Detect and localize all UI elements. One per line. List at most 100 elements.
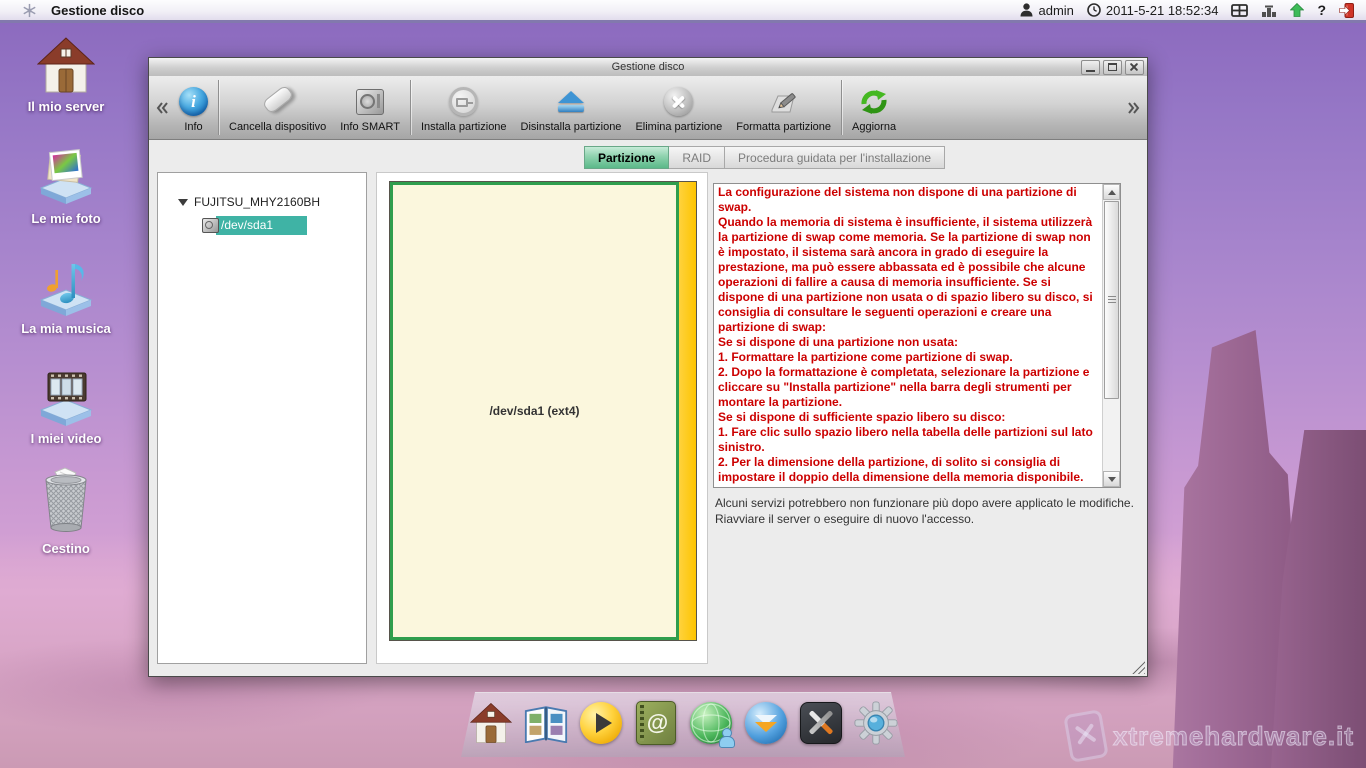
partition-disk-icon — [202, 218, 219, 233]
chevron-left-icon[interactable] — [156, 101, 169, 115]
desktop-icon-my-music[interactable]: La mia musica — [14, 256, 118, 336]
vertical-scrollbar[interactable] — [1102, 184, 1120, 487]
page-title: Gestione disco — [51, 3, 144, 18]
partition-segment-free[interactable] — [679, 182, 696, 640]
format-partition-button[interactable]: Formatta partizione — [729, 76, 838, 139]
partition-bar[interactable]: /dev/sda1 (ext4) — [389, 181, 697, 641]
maximize-button[interactable] — [1103, 60, 1122, 75]
info-line: 1. Formattare la partizione come partizi… — [718, 350, 1098, 365]
tab-installation-wizard[interactable]: Procedura guidata per l'installazione — [725, 146, 945, 169]
user-badge-icon — [718, 728, 734, 746]
info-line: 2. Dopo la formattazione è completata, s… — [718, 365, 1098, 410]
desktop-icon-trash[interactable]: Cestino — [14, 466, 118, 556]
minimize-button[interactable] — [1081, 60, 1100, 75]
toolbar-label: Cancella dispositivo — [229, 121, 326, 133]
scroll-down-button[interactable] — [1103, 471, 1120, 487]
house-icon — [37, 36, 95, 94]
plug-icon — [449, 87, 478, 116]
info-line: La configurazione del sistema non dispon… — [718, 185, 1098, 215]
window-resize-grip[interactable] — [1132, 661, 1145, 674]
erase-device-button[interactable]: Cancella dispositivo — [222, 76, 333, 139]
logout-icon[interactable] — [1339, 3, 1354, 18]
top-system-bar: Gestione disco admin 2011-5-21 18:52:34 … — [0, 0, 1366, 23]
tree-device-node[interactable]: FUJITSU_MHY2160BH — [178, 195, 320, 209]
toolbar-label: Disinstalla partizione — [521, 121, 622, 133]
swap-info-text: La configurazione del sistema non dispon… — [718, 185, 1098, 486]
format-pencil-icon — [768, 88, 800, 116]
dock-address-book-button[interactable]: @ — [633, 700, 679, 746]
info-line: 1. Fare clic sullo spazio libero nella t… — [718, 425, 1098, 455]
system-clock[interactable]: 2011-5-21 18:52:34 — [1087, 3, 1219, 18]
desktop-icon-my-videos[interactable]: I miei video — [14, 366, 118, 446]
help-button[interactable]: ? — [1317, 2, 1326, 18]
partition-segment-sda1[interactable]: /dev/sda1 (ext4) — [390, 182, 679, 640]
info-line: 2. Per la dimensione della partizione, d… — [718, 455, 1098, 485]
device-name: FUJITSU_MHY2160BH — [194, 195, 320, 209]
tools-icon — [800, 702, 842, 744]
dock-media-player-button[interactable] — [578, 700, 624, 746]
mount-partition-button[interactable]: Installa partizione — [414, 76, 514, 139]
dock-settings-button[interactable] — [853, 700, 899, 746]
info-button[interactable]: i Info — [172, 76, 215, 139]
desktop-icon-my-server[interactable]: Il mio server — [14, 36, 118, 114]
toolbar-label: Info — [184, 121, 202, 133]
watermark-text: xtremehardware.it — [1113, 721, 1354, 752]
info-icon: i — [179, 87, 208, 116]
partition-name-selected: /dev/sda1 — [216, 216, 307, 235]
toolbar-separator — [218, 80, 219, 135]
info-line: Se si dispone di una partizione non usat… — [718, 335, 1098, 350]
user-menu[interactable]: admin — [1020, 3, 1073, 18]
smart-info-button[interactable]: Info SMART — [333, 76, 407, 139]
toolbar-label: Installa partizione — [421, 121, 507, 133]
desktop-icon-label: Le mie foto — [31, 211, 100, 226]
tree-expander-icon[interactable] — [178, 199, 188, 206]
tab-partizione[interactable]: Partizione — [584, 146, 669, 169]
workgroup-icon[interactable] — [1261, 4, 1277, 17]
tab-raid[interactable]: RAID — [669, 146, 725, 169]
app-grid-icon[interactable] — [1231, 4, 1248, 17]
dock-photo-album-button[interactable] — [523, 700, 569, 746]
scrollbar-thumb[interactable] — [1104, 201, 1119, 399]
toolbar-separator — [410, 80, 411, 135]
system-logo-icon[interactable] — [22, 3, 37, 18]
disk-management-window: Gestione disco i Info Cancella dispositi… — [148, 57, 1148, 677]
swap-info-box: La configurazione del sistema non dispon… — [713, 183, 1121, 488]
dock-downloads-button[interactable] — [743, 700, 789, 746]
scroll-up-button[interactable] — [1103, 184, 1120, 200]
username: admin — [1038, 3, 1073, 18]
desktop-icon-label: Il mio server — [28, 99, 105, 114]
device-tree-panel: FUJITSU_MHY2160BH /dev/sda1 — [157, 172, 367, 664]
videos-icon — [37, 366, 95, 426]
refresh-button[interactable]: Aggiorna — [845, 76, 903, 139]
window-titlebar[interactable]: Gestione disco — [149, 58, 1147, 77]
network-globe-icon — [690, 702, 732, 744]
desktop-icon-label: I miei video — [31, 431, 102, 446]
datetime: 2011-5-21 18:52:34 — [1106, 3, 1219, 18]
clock-icon — [1087, 3, 1101, 17]
partition-chart-panel: /dev/sda1 (ext4) — [376, 172, 708, 664]
window-title: Gestione disco — [612, 61, 685, 73]
dock-home-button[interactable] — [468, 700, 514, 746]
upgrade-icon[interactable] — [1290, 3, 1304, 17]
close-button[interactable] — [1125, 60, 1144, 75]
services-warning-text: Alcuni servizi potrebbero non funzionare… — [715, 495, 1139, 527]
window-toolbar: i Info Cancella dispositivo Info SMART I… — [149, 76, 1147, 140]
eraser-icon — [261, 84, 294, 114]
unmount-partition-button[interactable]: Disinstalla partizione — [514, 76, 629, 139]
media-player-icon — [580, 702, 622, 744]
dock-utilities-button[interactable] — [798, 700, 844, 746]
photos-icon — [37, 146, 95, 206]
desktop-icon-my-photos[interactable]: Le mie foto — [14, 146, 118, 226]
delete-partition-button[interactable]: Elimina partizione — [628, 76, 729, 139]
chevron-right-icon[interactable] — [1127, 101, 1140, 115]
arrow-up-icon — [1108, 190, 1116, 195]
toolbar-separator — [841, 80, 842, 135]
user-icon — [1020, 3, 1033, 17]
partition-segment-label: /dev/sda1 (ext4) — [489, 404, 579, 418]
refresh-icon — [859, 87, 889, 117]
toolbar-label: Elimina partizione — [635, 121, 722, 133]
watermark: xtremehardware.it — [1067, 712, 1354, 760]
dock-network-places-button[interactable] — [688, 700, 734, 746]
info-line: Quando la memoria di sistema è insuffici… — [718, 215, 1098, 335]
tree-partition-node[interactable]: /dev/sda1 — [202, 216, 307, 235]
